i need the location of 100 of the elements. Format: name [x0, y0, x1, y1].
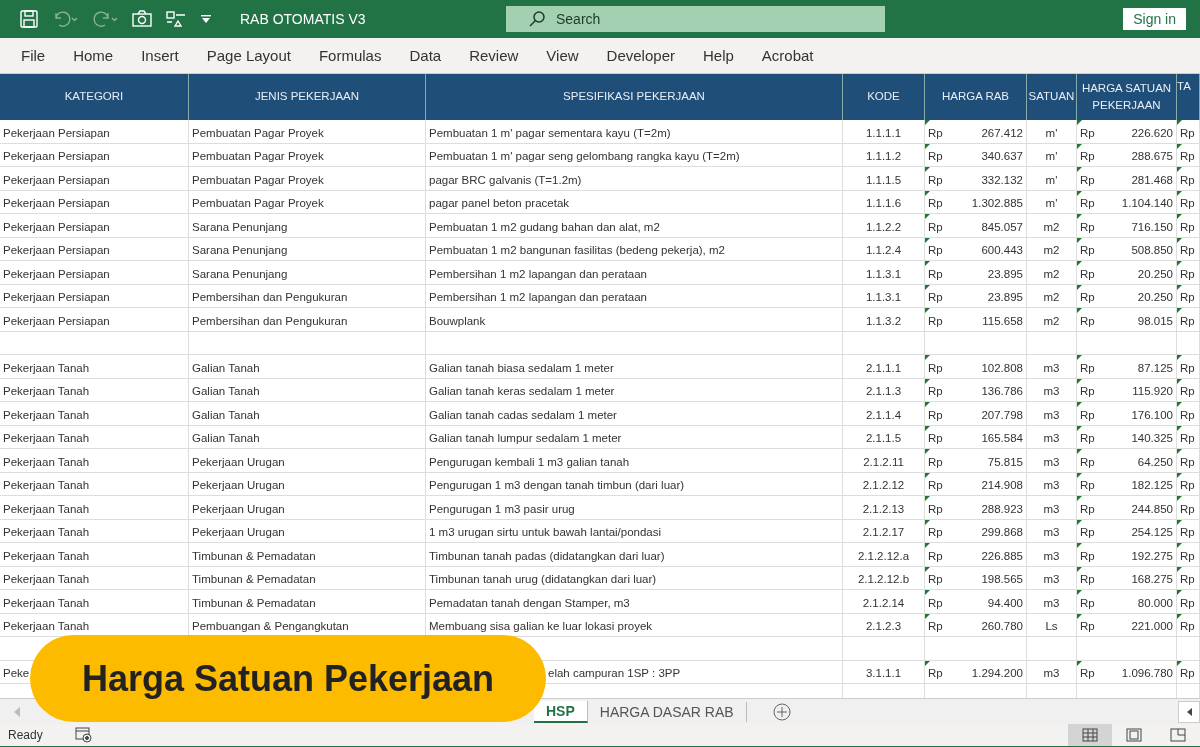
currency-label: Rp	[1180, 526, 1195, 538]
table-cell: 2.1.2.3	[865, 620, 902, 632]
currency-label: Rp	[1180, 361, 1195, 374]
table-cell: 288.675	[1131, 150, 1173, 162]
currency-label: Rp	[1080, 126, 1095, 139]
menu-tab[interactable]: Review	[458, 47, 530, 64]
macro-recording-icon[interactable]	[74, 727, 93, 743]
table-cell: 115.920	[1132, 385, 1173, 397]
currency-label: Rp	[1180, 573, 1195, 585]
table-cell: Pekerjaan Urugan	[192, 502, 285, 515]
table-cell: Timbunan & Pemadatan	[192, 549, 316, 562]
table-cell: Peke	[3, 667, 30, 679]
menu-tab[interactable]: Formulas	[307, 47, 393, 64]
menu-tab[interactable]: Developer	[595, 47, 686, 64]
currency-label: Rp	[1080, 596, 1095, 609]
table-cell: 221.000	[1131, 620, 1173, 632]
currency-label: Rp	[1180, 502, 1195, 515]
currency-label: Rp	[1180, 596, 1195, 609]
table-cell: 2.1.1.3	[865, 385, 902, 397]
table-cell: 1.302.885	[971, 197, 1023, 209]
menu-tab[interactable]: Insert	[130, 47, 190, 64]
table-cell: Pembuatan 1 m2 gudang bahan dan alat, m2	[429, 220, 660, 233]
shapes-icon[interactable]	[166, 10, 186, 28]
table-cell: Pekerjaan Persiapan	[3, 220, 110, 233]
search-field[interactable]: Search	[506, 6, 885, 32]
menu-tab[interactable]: Acrobat	[750, 47, 825, 64]
save-icon[interactable]	[20, 10, 38, 28]
table-cell: m2	[1043, 291, 1060, 303]
table-cell: 102.808	[981, 361, 1023, 374]
table-cell: Pekerjaan Tanah	[3, 361, 90, 374]
currency-label: Rp	[928, 432, 943, 444]
table-cell: 1.1.2.2	[865, 220, 902, 233]
table-cell: m3	[1043, 549, 1060, 562]
currency-label: Rp	[1180, 267, 1195, 280]
sign-in-button[interactable]: Sign in	[1123, 8, 1186, 30]
sheet-tab[interactable]: HARGA DASAR RAB	[587, 701, 747, 722]
menu-tab[interactable]: Page Layout	[195, 47, 302, 64]
currency-label: Rp	[928, 408, 943, 421]
title-banner: Harga Satuan Pekerjaan	[30, 635, 546, 722]
table-cell: 192.275	[1131, 549, 1173, 562]
table-cell: 288.923	[981, 502, 1023, 515]
currency-label: Rp	[928, 150, 943, 162]
currency-label: Rp	[928, 291, 943, 303]
table-cell: Timbunan & Pemadatan	[192, 596, 316, 609]
table-cell: 1.104.140	[1121, 197, 1173, 209]
table-cell: m2	[1043, 314, 1060, 327]
sheet-tab[interactable]: HSP	[534, 700, 588, 723]
table-cell: 260.780	[981, 620, 1023, 632]
camera-icon[interactable]	[132, 10, 152, 28]
column-header: KODE	[867, 89, 900, 105]
add-sheet-icon[interactable]	[772, 702, 791, 721]
table-cell: 1.1.3.1	[865, 267, 902, 280]
table-cell: 182.125	[1131, 479, 1173, 491]
table-cell: 64.250	[1137, 455, 1173, 468]
table-cell: 1.1.1.2	[865, 150, 902, 162]
currency-label: Rp	[1180, 667, 1195, 679]
table-cell: m3	[1043, 667, 1060, 679]
table-cell: 140.325	[1131, 432, 1173, 444]
menu-tab[interactable]: Data	[398, 47, 453, 64]
table-cell: Pekerjaan Urugan	[192, 526, 285, 538]
table-cell: Pekerjaan Persiapan	[3, 267, 110, 280]
table-cell: 1 m3 urugan sirtu untuk bawah lantai/pondasi	[429, 526, 662, 538]
table-cell: Galian Tanah	[192, 432, 260, 444]
table-cell: Pekerjaan Tanah	[3, 432, 90, 444]
currency-label: Rp	[1080, 667, 1095, 679]
currency-label: Rp	[928, 314, 943, 327]
table-cell: 716.150	[1131, 220, 1173, 233]
currency-label: Rp	[928, 244, 943, 256]
scroll-left-button[interactable]	[1178, 700, 1200, 723]
table-cell: Pengurugan 1 m3 pasir urug	[429, 502, 575, 515]
table-cell: 2.1.1.1	[865, 361, 902, 374]
view-button[interactable]	[1068, 724, 1112, 746]
menu-tab[interactable]: File	[10, 47, 57, 64]
table-cell: 1.1.2.4	[865, 244, 902, 256]
currency-label: Rp	[1180, 432, 1195, 444]
menu-tab[interactable]: View	[535, 47, 590, 64]
currency-label: Rp	[1080, 150, 1095, 162]
table-cell: 2.1.2.13	[862, 502, 905, 515]
menu-tab[interactable]: Help	[691, 47, 745, 64]
column-header: HARGA SATUAN PEKERJAAN	[1080, 80, 1173, 113]
currency-label: Rp	[1080, 408, 1095, 421]
table-cell: m3	[1043, 361, 1060, 374]
redo-icon[interactable]	[92, 10, 118, 28]
undo-icon[interactable]	[52, 10, 78, 28]
currency-label: Rp	[928, 573, 943, 585]
table-cell: 1.1.1.5	[865, 173, 902, 186]
table-cell: 281.468	[1131, 173, 1173, 186]
table-cell: Pekerjaan Tanah	[3, 549, 90, 562]
table-cell: Pengurugan 1 m3 dengan tanah timbun (dari luar)	[429, 479, 685, 491]
table-cell: 1.294.200	[971, 667, 1023, 679]
column-header: TA	[1177, 79, 1191, 94]
currency-label: Rp	[928, 620, 943, 632]
table-cell: 98.015	[1137, 314, 1173, 327]
currency-label: Rp	[1180, 479, 1195, 491]
currency-label: Rp	[1180, 173, 1195, 186]
table-cell: Timbunan tanah padas (didatangkan dari luar)	[429, 549, 665, 562]
customize-dropdown-icon[interactable]	[200, 14, 212, 24]
menu-tab[interactable]: Home	[62, 47, 125, 64]
table-cell: m3	[1043, 432, 1060, 444]
currency-label: Rp	[1180, 620, 1195, 632]
